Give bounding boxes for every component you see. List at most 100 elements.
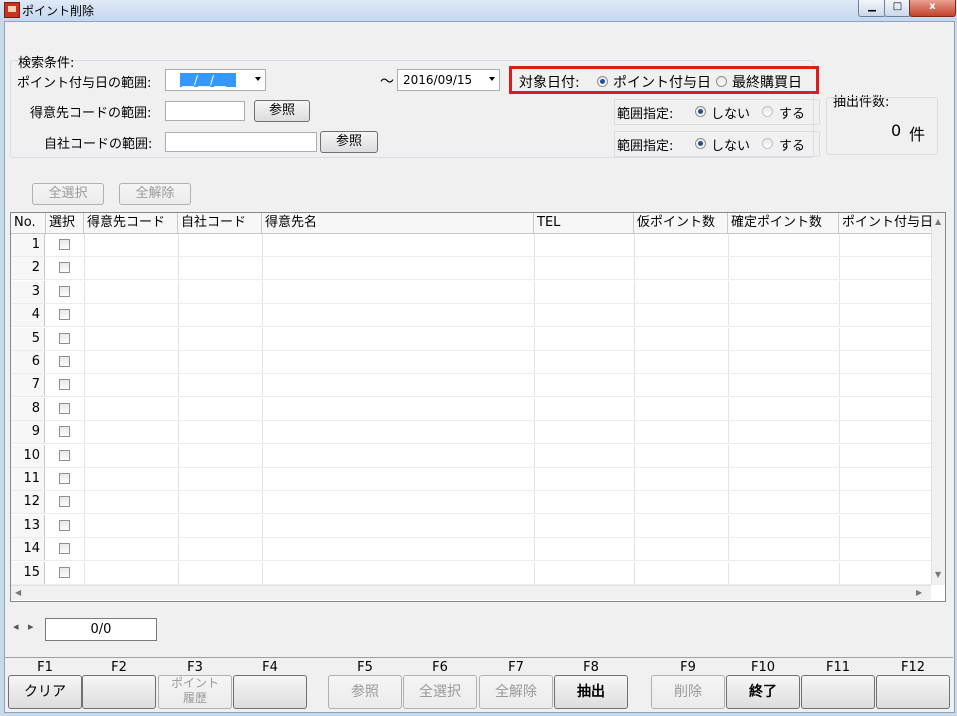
- fkey-button-f10[interactable]: 終了: [726, 675, 800, 709]
- table-row[interactable]: 12: [11, 491, 931, 515]
- row-select-checkbox[interactable]: [59, 262, 70, 274]
- horizontal-scrollbar[interactable]: ◀ ▶: [11, 585, 931, 600]
- row-select-checkbox[interactable]: [59, 496, 70, 508]
- fkey-button-f9[interactable]: 削除: [651, 675, 725, 709]
- range-2-no-label[interactable]: しない: [711, 135, 750, 154]
- column-divider: [839, 280, 840, 303]
- company-ref-button[interactable]: 参照: [320, 131, 378, 153]
- target-date-point-radio[interactable]: [597, 76, 608, 87]
- row-select-checkbox[interactable]: [59, 402, 70, 414]
- row-select-checkbox[interactable]: [59, 285, 70, 297]
- row-number: 8: [11, 397, 45, 420]
- close-button[interactable]: x: [909, 0, 956, 17]
- column-divider: [84, 374, 85, 397]
- select-all-button[interactable]: 全選択: [32, 183, 104, 205]
- table-row[interactable]: 2: [11, 257, 931, 281]
- table-row[interactable]: 5: [11, 327, 931, 351]
- table-row[interactable]: 11: [11, 468, 931, 491]
- deselect-all-button[interactable]: 全解除: [119, 183, 191, 205]
- app-icon: [4, 2, 20, 18]
- column-header[interactable]: No.: [11, 213, 46, 233]
- row-select-checkbox[interactable]: [59, 356, 70, 367]
- vertical-scrollbar[interactable]: ▲ ▼: [931, 213, 945, 585]
- fkey-button-f5[interactable]: 参照: [328, 675, 402, 709]
- row-select-checkbox[interactable]: [59, 239, 70, 250]
- column-divider: [262, 397, 263, 420]
- results-grid[interactable]: No. 選択 得意先コード 自社コード 得意先名 TEL 仮ポイント数 確定ポイ…: [10, 212, 946, 602]
- table-row[interactable]: 9: [11, 421, 931, 445]
- range-1-no-label[interactable]: しない: [711, 103, 750, 122]
- column-divider: [178, 351, 179, 373]
- scroll-down-icon[interactable]: ▼: [935, 570, 941, 579]
- customer-code-input[interactable]: [165, 101, 245, 121]
- column-divider: [178, 444, 179, 467]
- table-row[interactable]: 6: [11, 351, 931, 374]
- target-date-purchase-radio[interactable]: [716, 76, 727, 87]
- range-1-yes-label[interactable]: する: [779, 103, 805, 122]
- column-divider: [728, 257, 729, 280]
- customer-ref-button[interactable]: 参照: [254, 100, 310, 122]
- scroll-right-icon[interactable]: ▶: [916, 588, 922, 597]
- column-divider: [634, 351, 635, 373]
- column-header[interactable]: 仮ポイント数: [634, 213, 728, 233]
- column-divider: [534, 538, 535, 561]
- column-divider: [262, 351, 263, 373]
- scroll-up-icon[interactable]: ▲: [935, 217, 941, 226]
- date-to-picker[interactable]: 2016/09/15: [397, 69, 500, 91]
- row-select-checkbox[interactable]: [59, 332, 70, 344]
- fkey-button-f4[interactable]: [233, 675, 307, 709]
- range-2-yes-radio[interactable]: [762, 138, 773, 149]
- column-divider: [262, 280, 263, 303]
- minimize-button[interactable]: ▁: [858, 0, 886, 17]
- column-divider: [839, 374, 840, 397]
- row-select-checkbox[interactable]: [59, 566, 70, 578]
- row-select-checkbox[interactable]: [59, 379, 70, 391]
- column-header[interactable]: 自社コード: [178, 213, 262, 233]
- row-select-checkbox[interactable]: [59, 543, 70, 555]
- target-date-purchase-label[interactable]: 最終購買日: [732, 72, 802, 92]
- column-header[interactable]: 選択: [46, 213, 84, 233]
- fkey-button-f6[interactable]: 全選択: [403, 675, 477, 709]
- table-row[interactable]: 4: [11, 304, 931, 328]
- column-header[interactable]: TEL: [534, 213, 634, 233]
- column-header[interactable]: 得意先名: [262, 213, 534, 233]
- fkey-number-f12: F12: [900, 660, 926, 675]
- fkey-button-f1[interactable]: クリア: [8, 675, 82, 709]
- fkey-button-f8[interactable]: 抽出: [554, 675, 628, 709]
- table-row[interactable]: 15: [11, 561, 931, 585]
- row-select-checkbox[interactable]: [59, 473, 70, 484]
- column-divider: [262, 561, 263, 584]
- table-row[interactable]: 7: [11, 374, 931, 398]
- column-header[interactable]: ポイント付与日: [839, 213, 931, 233]
- scroll-left-icon[interactable]: ◀: [15, 588, 21, 597]
- range-1-no-radio[interactable]: [695, 106, 706, 117]
- column-header[interactable]: 確定ポイント数: [728, 213, 839, 233]
- date-from-picker[interactable]: __/__/__: [165, 69, 266, 91]
- table-row[interactable]: 3: [11, 280, 931, 304]
- row-select-checkbox[interactable]: [59, 519, 70, 531]
- table-row[interactable]: 8: [11, 397, 931, 421]
- table-row[interactable]: 1: [11, 234, 931, 257]
- row-select-checkbox[interactable]: [59, 426, 70, 438]
- table-row[interactable]: 10: [11, 444, 931, 468]
- row-select-checkbox[interactable]: [59, 309, 70, 321]
- fkey-button-f7[interactable]: 全解除: [479, 675, 553, 709]
- column-header[interactable]: 得意先コード: [84, 213, 178, 233]
- company-code-input[interactable]: [165, 132, 317, 152]
- row-select-checkbox[interactable]: [59, 449, 70, 461]
- pager-prev-icon[interactable]: ◂: [13, 620, 19, 633]
- column-divider: [84, 561, 85, 584]
- maximize-button[interactable]: □: [884, 0, 911, 17]
- fkey-button-f3[interactable]: ポイント 履歴: [158, 675, 232, 709]
- fkey-button-f12[interactable]: [876, 675, 950, 709]
- table-row[interactable]: 14: [11, 538, 931, 562]
- target-date-point-label[interactable]: ポイント付与日: [613, 72, 711, 92]
- column-divider: [178, 561, 179, 584]
- range-2-yes-label[interactable]: する: [779, 135, 805, 154]
- table-row[interactable]: 13: [11, 514, 931, 538]
- pager-next-icon[interactable]: ▸: [28, 620, 34, 633]
- range-1-yes-radio[interactable]: [762, 106, 773, 117]
- fkey-button-f2[interactable]: [82, 675, 156, 709]
- fkey-button-f11[interactable]: [801, 675, 875, 709]
- range-2-no-radio[interactable]: [695, 138, 706, 149]
